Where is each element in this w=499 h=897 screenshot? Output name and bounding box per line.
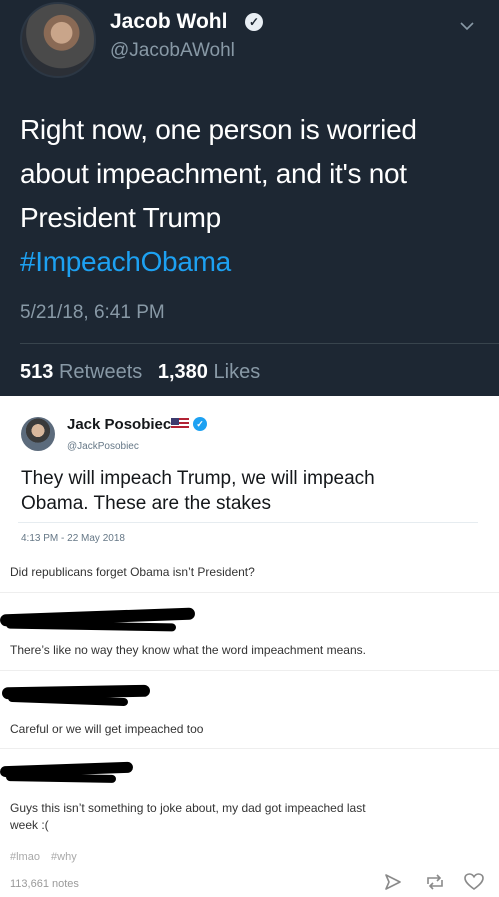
divider: [20, 343, 499, 344]
us-flag-icon: [171, 418, 189, 430]
divider: [0, 670, 499, 671]
tweet-text-line: about impeachment, and it's not: [20, 158, 407, 189]
verified-check-icon: ✓: [193, 417, 207, 431]
verified-check-icon: ✓: [245, 13, 263, 31]
tweet-text-line: President Trump: [20, 202, 221, 233]
heart-icon[interactable]: [464, 872, 486, 894]
comment-text-line: Guys this isn’t something to joke about,…: [10, 801, 366, 815]
retweets-count[interactable]: 513: [20, 361, 53, 383]
likes-count[interactable]: 1,380: [158, 361, 208, 383]
divider: [0, 748, 499, 749]
tweet-text-line: Obama. These are the stakes: [21, 493, 271, 514]
user-handle[interactable]: @JackPosobiec: [67, 441, 139, 452]
divider: [18, 522, 478, 523]
avatar[interactable]: [21, 417, 55, 451]
divider: [0, 592, 499, 593]
tweet-card: Jacob Wohl ✓ @JacobAWohl Right now, one …: [0, 0, 499, 396]
tweet-timestamp: 4:13 PM - 22 May 2018: [21, 533, 125, 544]
retweets-label[interactable]: Retweets: [59, 361, 142, 383]
reblog-icon[interactable]: [424, 872, 446, 894]
display-name[interactable]: Jacob Wohl: [110, 10, 227, 34]
redaction-scribble: [5, 773, 117, 783]
display-name[interactable]: Jack Posobiec: [67, 416, 171, 433]
tweet-text-line: Right now, one person is worried: [20, 114, 417, 145]
tweet-stats: 513 Retweets 1,380 Likes: [20, 361, 270, 384]
comment-text: Careful or we will get impeached too: [10, 722, 204, 736]
post-tags: #lmao #why: [10, 851, 85, 863]
tag-link[interactable]: #why: [51, 851, 77, 863]
share-icon[interactable]: [383, 872, 405, 894]
tag-link[interactable]: #lmao: [10, 851, 40, 863]
tumblr-post: Jack Posobiec ✓ @JackPosobiec They will …: [0, 396, 499, 897]
quoted-tweet-text: They will impeach Trump, we will impeach…: [21, 466, 481, 516]
comment-text-line: week :(: [10, 818, 49, 832]
redaction-scribble: [5, 620, 177, 632]
user-handle[interactable]: @JacobAWohl: [110, 40, 235, 62]
comment-text: Did republicans forget Obama isn’t Presi…: [10, 565, 255, 579]
tweet-timestamp[interactable]: 5/21/18, 6:41 PM: [20, 302, 165, 324]
avatar[interactable]: [20, 2, 96, 78]
comment-text: Guys this isn’t something to joke about,…: [10, 800, 490, 834]
tweet-text: Right now, one person is worried about i…: [20, 108, 480, 284]
comment-text: There’s like no way they know what the w…: [10, 643, 366, 657]
notes-count[interactable]: 113,661 notes: [10, 878, 79, 890]
likes-label[interactable]: Likes: [214, 361, 261, 383]
tweet-text-line: They will impeach Trump, we will impeach: [21, 468, 375, 489]
hashtag-link[interactable]: #ImpeachObama: [20, 240, 480, 284]
chevron-down-icon[interactable]: [459, 18, 475, 34]
